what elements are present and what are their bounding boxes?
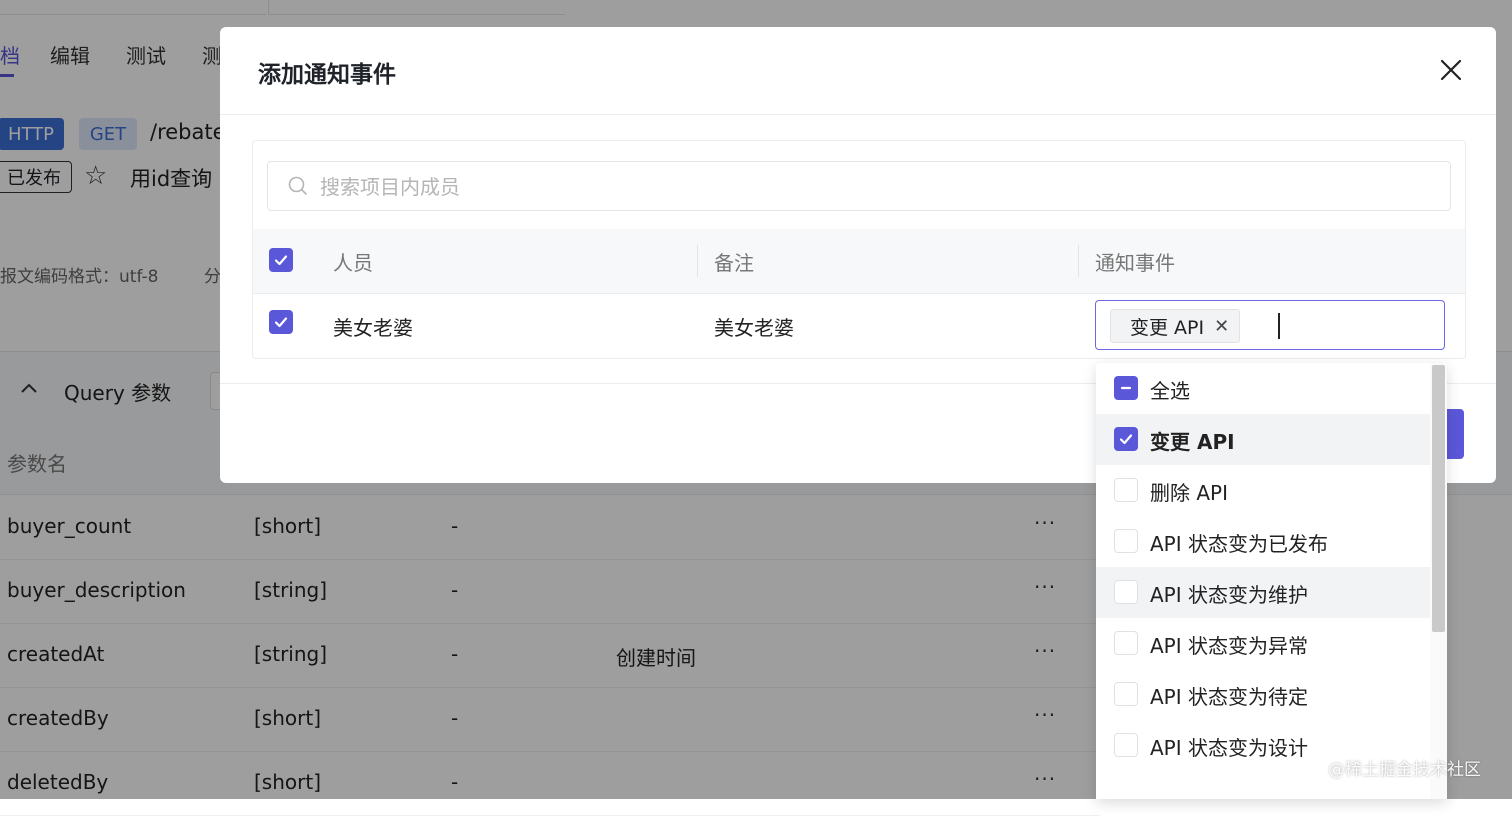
select-all-checkbox[interactable] xyxy=(269,248,293,272)
text-caret xyxy=(1278,313,1280,339)
option-status-abnormal[interactable]: API 状态变为异常 xyxy=(1096,618,1432,669)
member-table-header: 人员 备注 通知事件 xyxy=(253,229,1465,294)
option-label: API 状态变为设计 xyxy=(1150,736,1308,760)
header-remark: 备注 xyxy=(714,251,754,275)
column-divider xyxy=(697,245,698,277)
close-icon[interactable] xyxy=(1436,55,1466,85)
modal-header: 添加通知事件 xyxy=(220,27,1496,115)
checkbox-checked xyxy=(1114,427,1138,451)
selected-event-label: 变更 API xyxy=(1130,316,1205,339)
modal-title: 添加通知事件 xyxy=(258,62,396,88)
check-icon xyxy=(274,255,288,266)
selected-event-tag: 变更 API ✕ xyxy=(1110,309,1241,343)
row-checkbox[interactable] xyxy=(269,310,293,334)
event-dropdown: 全选 变更 API 删除 API API 状态变为已发布 API 状态变为维护 … xyxy=(1096,363,1447,799)
member-name: 美女老婆 xyxy=(333,316,413,340)
checkbox-unchecked xyxy=(1114,631,1138,655)
search-icon xyxy=(288,176,307,195)
tag-close-icon[interactable]: ✕ xyxy=(1214,316,1229,337)
search-box xyxy=(267,161,1451,211)
member-remark: 美女老婆 xyxy=(714,316,794,340)
option-label: 全选 xyxy=(1150,379,1190,403)
checkbox-unchecked xyxy=(1114,529,1138,553)
search-input[interactable] xyxy=(318,168,1422,206)
event-select[interactable]: 变更 API ✕ xyxy=(1095,300,1445,350)
check-icon xyxy=(1119,434,1133,445)
option-label: 变更 API xyxy=(1150,430,1235,454)
option-select-all[interactable]: 全选 xyxy=(1096,363,1432,414)
minus-icon xyxy=(1120,386,1132,390)
option-label: API 状态变为异常 xyxy=(1150,634,1308,658)
option-status-pending[interactable]: API 状态变为待定 xyxy=(1096,669,1432,720)
checkbox-unchecked xyxy=(1114,580,1138,604)
option-status-published[interactable]: API 状态变为已发布 xyxy=(1096,516,1432,567)
checkbox-unchecked xyxy=(1114,478,1138,502)
header-notification-events: 通知事件 xyxy=(1095,251,1175,275)
watermark: @稀土掘金技术社区 xyxy=(1328,760,1481,780)
option-label: API 状态变为待定 xyxy=(1150,685,1308,709)
option-delete-api[interactable]: 删除 API xyxy=(1096,465,1432,516)
check-icon xyxy=(274,317,288,328)
option-change-api[interactable]: 变更 API xyxy=(1096,414,1432,465)
option-status-maintenance[interactable]: API 状态变为维护 xyxy=(1096,567,1432,618)
option-label: API 状态变为已发布 xyxy=(1150,532,1328,556)
option-label: API 状态变为维护 xyxy=(1150,583,1308,607)
header-member: 人员 xyxy=(333,251,373,275)
option-label: 删除 API xyxy=(1150,481,1228,505)
column-divider xyxy=(1078,245,1079,277)
checkbox-partial xyxy=(1114,376,1138,400)
dropdown-scrollbar-thumb[interactable] xyxy=(1432,365,1445,632)
checkbox-unchecked xyxy=(1114,733,1138,757)
checkbox-unchecked xyxy=(1114,682,1138,706)
